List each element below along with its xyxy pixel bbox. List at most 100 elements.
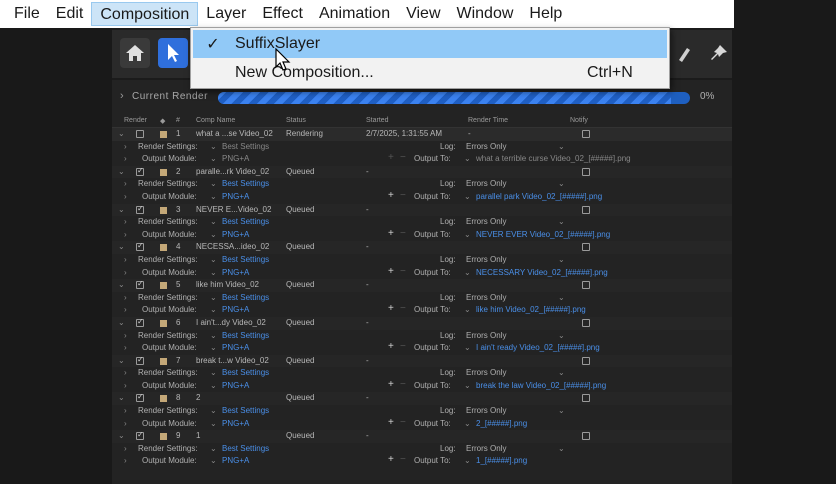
render-checkbox[interactable] [136,204,144,214]
output-file-path[interactable]: what a terrible curse Video_02_[#####].p… [476,154,631,163]
chevron-down-icon[interactable]: ⌄ [118,318,125,327]
chevron-down-icon[interactable]: ⌄ [210,305,217,314]
output-file-path[interactable]: 2_[#####].png [476,419,527,428]
chevron-down-icon[interactable]: ⌄ [118,205,125,214]
chevron-down-icon[interactable]: ⌄ [558,179,565,188]
render-settings-value[interactable]: Best Settings [222,217,269,226]
menu-layer[interactable]: Layer [198,2,254,26]
output-module-value[interactable]: PNG+A [222,192,249,201]
notify-checkbox[interactable] [582,167,590,176]
chevron-down-icon[interactable]: ⌄ [464,230,471,239]
chevron-down-icon[interactable]: ⌄ [210,406,217,415]
chevron-down-icon[interactable]: ⌄ [558,444,565,453]
queue-item-row[interactable]: ⌄ 8 2 Queued - [112,392,732,406]
render-checkbox[interactable] [136,392,144,403]
chevron-down-icon[interactable]: ⌄ [464,381,471,390]
chevron-right-icon[interactable]: › [124,179,127,188]
chevron-right-icon[interactable]: › [124,331,127,340]
label-color-swatch[interactable] [160,206,167,214]
col-render-time[interactable]: Render Time [468,117,508,124]
chevron-down-icon[interactable]: ⌄ [118,356,125,365]
add-output-icon[interactable]: + [388,417,394,428]
add-output-icon[interactable]: + [388,303,394,314]
menu-animation[interactable]: Animation [311,2,398,26]
output-file-path[interactable]: break the law Video_02_[#####].png [476,381,606,390]
log-select[interactable]: Errors Only [466,142,506,151]
chevron-down-icon[interactable]: ⌄ [210,154,217,163]
output-file-path[interactable]: like him Video_02_[#####].png [476,305,586,314]
add-output-icon[interactable]: + [388,341,394,352]
notify-checkbox[interactable] [582,130,590,138]
notify-checkbox[interactable] [582,243,590,252]
log-select[interactable]: Errors Only [466,444,506,453]
log-select[interactable]: Errors Only [466,255,506,264]
render-checkbox[interactable] [136,130,144,138]
render-settings-value[interactable]: Best Settings [222,179,269,188]
chevron-right-icon[interactable]: › [124,305,127,314]
label-color-swatch[interactable] [160,357,167,365]
render-settings-value[interactable]: Best Settings [222,255,269,264]
output-module-value[interactable]: PNG+A [222,343,249,352]
log-select[interactable]: Errors Only [466,217,506,226]
menu-view[interactable]: View [398,2,448,26]
queue-item-row[interactable]: ⌄ 2 paralle...rk Video_02 Queued - [112,165,732,179]
render-settings-value[interactable]: Best Settings [222,293,269,302]
render-settings-value[interactable]: Best Settings [222,368,269,377]
comp-name[interactable]: NEVER E...Video_02 [196,205,271,214]
chevron-down-icon[interactable]: ⌄ [118,129,125,138]
chevron-down-icon[interactable]: ⌄ [464,343,471,352]
notify-checkbox[interactable] [582,432,590,441]
queue-item-row[interactable]: ⌄ 1 what a ...se Video_02 Rendering 2/7/2025… [112,128,732,141]
comp-name[interactable]: what a ...se Video_02 [196,129,273,138]
remove-output-icon[interactable]: − [400,379,406,390]
home-icon[interactable] [120,38,150,68]
chevron-right-icon[interactable]: › [124,230,127,239]
menu-item-new-composition[interactable]: New Composition... Ctrl+N [193,59,667,87]
chevron-right-icon[interactable]: › [124,142,127,151]
col-started[interactable]: Started [366,117,389,124]
output-module-value[interactable]: PNG+A [222,456,249,465]
menu-composition[interactable]: Composition [91,2,199,26]
chevron-down-icon[interactable]: ⌄ [210,192,217,201]
remove-output-icon[interactable]: − [400,266,406,277]
chevron-right-icon[interactable]: › [124,343,127,352]
label-color-swatch[interactable] [160,244,167,252]
chevron-down-icon[interactable]: ⌄ [210,456,217,465]
chevron-down-icon[interactable]: ⌄ [558,255,565,264]
render-settings-value[interactable]: Best Settings [222,142,269,151]
queue-item-row[interactable]: ⌄ 7 break t...w Video_02 Queued - [112,354,732,368]
menu-edit[interactable]: Edit [48,2,92,26]
chevron-down-icon[interactable]: ⌄ [210,343,217,352]
chevron-right-icon[interactable]: › [124,419,127,428]
render-checkbox[interactable] [136,317,144,327]
remove-output-icon[interactable]: − [400,228,406,239]
chevron-down-icon[interactable]: ⌄ [210,268,217,277]
render-settings-value[interactable]: Best Settings [222,444,269,453]
chevron-down-icon[interactable]: ⌄ [558,368,565,377]
notify-checkbox[interactable] [582,356,590,365]
remove-output-icon[interactable]: − [400,152,406,163]
chevron-right-icon[interactable]: › [124,217,127,226]
queue-item-row[interactable]: ⌄ 3 NEVER E...Video_02 Queued - [112,203,732,217]
chevron-right-icon[interactable]: › [124,255,127,264]
comp-name[interactable]: NECESSA...ideo_02 [196,242,269,251]
col-notify[interactable]: Notify [570,117,588,124]
label-color-swatch[interactable] [160,168,167,176]
chevron-down-icon[interactable]: ⌄ [464,456,471,465]
add-output-icon[interactable]: + [388,379,394,390]
label-color-swatch[interactable] [160,319,167,327]
chevron-down-icon[interactable]: ⌄ [210,217,217,226]
chevron-right-icon[interactable]: › [124,268,127,277]
label-color-swatch[interactable] [160,282,167,290]
chevron-down-icon[interactable]: ⌄ [558,331,565,340]
col-number[interactable]: # [176,117,180,124]
render-settings-value[interactable]: Best Settings [222,406,269,415]
chevron-down-icon[interactable]: ⌄ [210,381,217,390]
queue-item-row[interactable]: ⌄ 6 I ain't...dy Video_02 Queued - [112,316,732,330]
chevron-down-icon[interactable]: ⌄ [118,280,125,289]
output-file-path[interactable]: I ain't ready Video_02_[#####].png [476,343,600,352]
chevron-down-icon[interactable]: ⌄ [210,331,217,340]
chevron-right-icon[interactable]: › [124,456,127,465]
chevron-down-icon[interactable]: ⌄ [558,406,565,415]
chevron-right-icon[interactable]: › [124,154,127,163]
